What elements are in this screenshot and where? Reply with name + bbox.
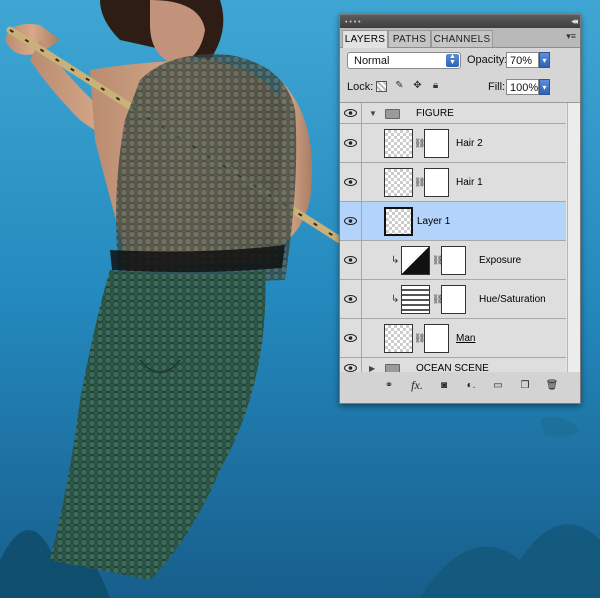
layer-thumbnail[interactable] [384,129,413,158]
visibility-eye-icon[interactable] [340,280,362,318]
fill-label: Fill: [488,81,506,93]
visibility-eye-icon[interactable] [340,202,362,240]
layer-name: Hue/Saturation [479,294,546,305]
trash-icon[interactable]: 🗑︎ [545,380,559,391]
layer-name: Exposure [479,255,522,266]
visibility-eye-icon[interactable] [340,319,362,357]
layer-mask-thumbnail[interactable] [441,246,466,275]
lock-all-icon[interactable]: 🔒︎ [430,80,441,91]
layer-thumbnail[interactable] [384,207,413,236]
layers-scrollbar[interactable] [567,103,580,373]
fx-icon[interactable]: fx. [410,378,424,393]
lock-move-icon[interactable]: ✥ [412,80,423,91]
new-group-icon[interactable]: ▭ [491,380,505,391]
layer-mask-thumbnail[interactable] [424,324,449,353]
lock-label: Lock: [347,81,374,93]
layer-name: Man [456,333,476,344]
layers-list: ▼ FIGURE ⛓ Hair 2 ⛓ Hair 1 Layer 1 ↳ ⛓ E… [340,102,580,374]
layer-mask-thumbnail[interactable] [441,285,466,314]
select-arrows-icon: ▲ ▼ [446,53,459,67]
visibility-eye-icon[interactable] [340,163,362,201]
layer-name: FIGURE [416,108,454,119]
panel-menu-icon[interactable]: ▾≡ [566,31,576,42]
new-layer-icon[interactable]: ❐ [518,380,532,391]
visibility-eye-icon[interactable] [340,124,362,162]
layer-hue-saturation[interactable]: ↳ ⛓ Hue/Saturation [340,280,566,319]
layer-name: Hair 1 [456,177,483,188]
opacity-input[interactable]: 70% [506,52,539,68]
blend-mode-select[interactable]: Normal ▲ ▼ [347,52,461,69]
layer-exposure[interactable]: ↳ ⛓ Exposure [340,241,566,280]
adjustment-icon[interactable]: ◐. [464,380,478,391]
add-mask-icon[interactable]: ◙ [437,380,451,391]
lock-brush-icon[interactable]: ✎ [394,80,405,91]
blend-mode-value: Normal [354,55,390,67]
tab-paths[interactable]: PATHS [388,30,431,47]
layer-thumbnail[interactable] [384,324,413,353]
opacity-label: Opacity: [467,54,508,66]
clipping-arrow-icon: ↳ [391,294,400,305]
fill-input[interactable]: 100% [506,79,539,95]
panel-tabs: LAYERS PATHS CHANNELS ▾≡ [340,28,580,48]
lock-transparency-icon[interactable] [376,81,387,92]
clipping-arrow-icon: ↳ [391,255,400,266]
layer-hair-2[interactable]: ⛓ Hair 2 [340,124,566,163]
layer-mask-thumbnail[interactable] [424,129,449,158]
panel-titlebar[interactable]: • • • • ◂◂ [340,15,580,28]
layer-layer-1[interactable]: Layer 1 [340,202,566,241]
layer-hair-1[interactable]: ⛓ Hair 1 [340,163,566,202]
exposure-adjustment-icon[interactable] [401,246,430,275]
layer-thumbnail[interactable] [384,168,413,197]
opacity-dropdown-button[interactable]: ▾ [539,52,550,68]
tab-channels[interactable]: CHANNELS [431,30,493,47]
layer-group-figure[interactable]: ▼ FIGURE [340,103,566,124]
fill-dropdown-button[interactable]: ▾ [539,79,550,95]
visibility-eye-icon[interactable] [340,103,362,123]
grip-icon[interactable]: • • • • [345,19,361,26]
layers-panel: • • • • ◂◂ LAYERS PATHS CHANNELS ▾≡ Norm… [339,14,581,404]
tab-layers[interactable]: LAYERS [342,30,388,48]
folder-icon [385,109,400,119]
layer-mask-thumbnail[interactable] [424,168,449,197]
link-icon[interactable]: ⚭ [382,380,396,391]
collapse-icon[interactable]: ◂◂ [571,16,578,27]
layer-name: Layer 1 [417,216,451,227]
layer-name: Hair 2 [456,138,483,149]
hue-saturation-adjustment-icon[interactable] [401,285,430,314]
visibility-eye-icon[interactable] [340,241,362,279]
layers-bottom-toolbar: ⚭ fx. ◙ ◐. ▭ ❐ 🗑︎ [340,372,580,403]
layer-man[interactable]: ⛓ Man [340,319,566,358]
group-expanded-triangle-icon[interactable]: ▼ [369,109,377,118]
